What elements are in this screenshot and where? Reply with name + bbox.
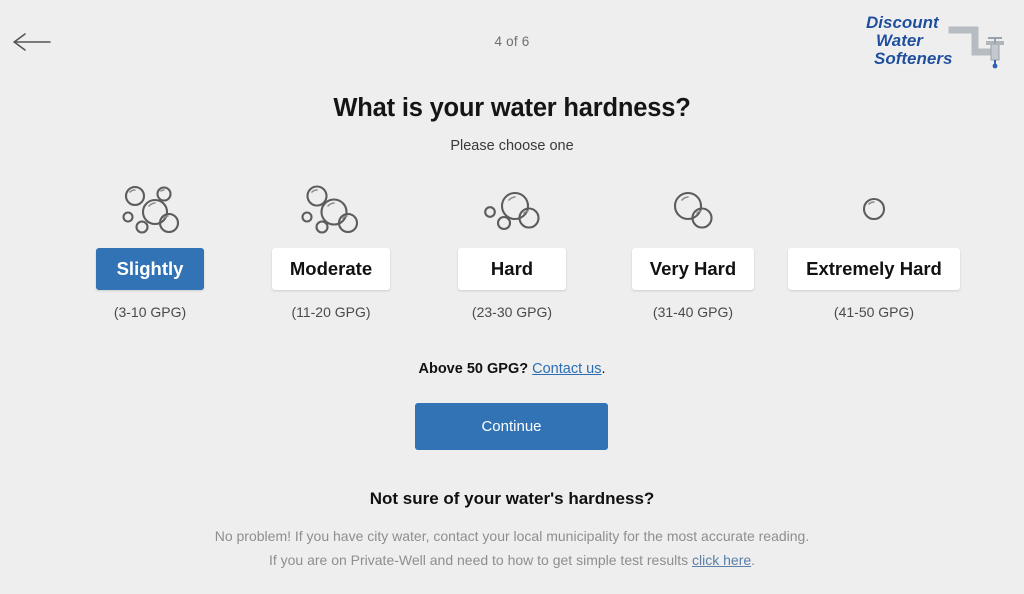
help-section-title: Not sure of your water's hardness? (369, 489, 655, 508)
above-range-contact-line: Above 50 GPG? Contact us. (418, 361, 606, 377)
hardness-option-very-hard[interactable]: Very Hard (31-40 GPG) (605, 178, 781, 320)
svg-text:Softeners: Softeners (874, 49, 952, 68)
hardness-option-range: (23-30 GPG) (471, 304, 553, 320)
hardness-option-button[interactable]: Slightly (96, 248, 204, 290)
page-header: 4 of 6 Discount Water Softeners (0, 0, 1024, 84)
brand-logo: Discount Water Softeners (858, 8, 1010, 70)
bubbles-icon (841, 178, 907, 240)
help-text-private-well: If you are on Private-Well and need to h… (0, 552, 1024, 568)
hardness-option-slightly[interactable]: Slightly (3-10 GPG) (62, 178, 238, 320)
hardness-option-hard[interactable]: Hard (23-30 GPG) (424, 178, 600, 320)
hardness-option-range: (11-20 GPG) (291, 304, 371, 320)
help-text-city-water: No problem! If you have city water, cont… (214, 528, 810, 544)
hardness-option-button[interactable]: Extremely Hard (788, 248, 960, 290)
svg-text:Water: Water (876, 31, 924, 50)
bubbles-icon (479, 178, 545, 240)
bubbles-icon (117, 178, 183, 240)
above-range-prompt: Above 50 GPG? (418, 361, 529, 377)
help-text-private-well-prefix: If you are on Private-Well and need to h… (268, 552, 693, 568)
hardness-option-moderate[interactable]: Moderate (11-20 GPG) (243, 178, 419, 320)
contact-us-link[interactable]: Contact us (532, 361, 601, 377)
click-here-link[interactable]: click here (692, 552, 751, 568)
hardness-option-range: (31-40 GPG) (652, 304, 734, 320)
hardness-options-row: Slightly (3-10 GPG) Moderate (11-20 GPG)… (62, 178, 962, 320)
hardness-option-range: (41-50 GPG) (833, 304, 915, 320)
bubbles-icon (298, 178, 364, 240)
help-text-private-well-suffix: . (751, 552, 756, 568)
hardness-option-button[interactable]: Moderate (271, 248, 391, 290)
hardness-option-extremely-hard[interactable]: Extremely Hard (41-50 GPG) (786, 178, 962, 320)
page-title: What is your water hardness? (333, 94, 691, 122)
hardness-option-button[interactable]: Hard (458, 248, 566, 290)
hardness-option-range: (3-10 GPG) (113, 304, 187, 320)
page-subtitle: Please choose one (450, 138, 574, 154)
svg-text:Discount: Discount (866, 13, 940, 32)
continue-button[interactable]: Continue (415, 403, 608, 450)
hardness-option-button[interactable]: Very Hard (631, 248, 755, 290)
bubbles-icon (660, 178, 726, 240)
